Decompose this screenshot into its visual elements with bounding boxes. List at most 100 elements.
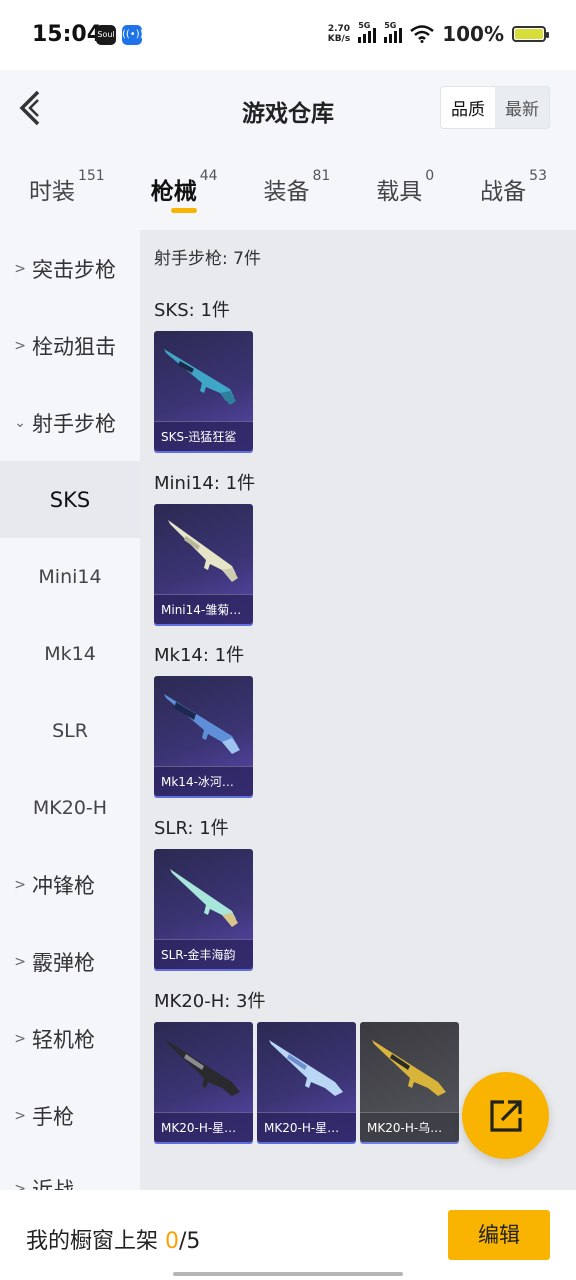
weapon-list: 射手步枪: 7件 SKS: 1件 SKS-迅猛狂鲨 Mini14: 1件 Min… <box>140 230 576 1190</box>
active-tab-indicator <box>171 208 198 213</box>
sidebar-item-smg[interactable]: > 冲锋枪 <box>0 846 140 923</box>
share-button[interactable] <box>462 1072 549 1159</box>
sidebar-item-assault-rifle[interactable]: > 突击步枪 <box>0 230 140 307</box>
net-speed-unit: KB/s <box>327 34 351 44</box>
status-bar: 15:04 Soul ((•)) 2.70 KB/s 5G 5G 100% <box>0 0 576 70</box>
signal-icon: 5G <box>384 21 403 43</box>
showcase-count: 我的橱窗上架 0/5 <box>26 1223 200 1255</box>
section-title: 射手步枪: 7件 <box>154 249 261 269</box>
rifle-image-icon <box>164 694 240 754</box>
weapon-card[interactable]: MK20-H-星… <box>257 1022 356 1142</box>
sort-quality-button[interactable]: 品质 <box>441 87 495 128</box>
tab-count: 0 <box>425 168 435 184</box>
sidebar-item-label: 轻机枪 <box>32 1027 95 1052</box>
chevron-right-icon: > <box>14 260 26 277</box>
network-speed: 2.70 KB/s <box>328 24 350 44</box>
tab-equipment[interactable]: 装备81 <box>263 150 330 230</box>
showcase-current: 0 <box>165 1229 179 1254</box>
chevron-right-icon: > <box>14 876 26 893</box>
net-speed-value: 2.70 <box>327 24 351 34</box>
sidebar-item-label: 突击步枪 <box>32 257 116 282</box>
sidebar-item-bolt-sniper[interactable]: > 栓动狙击 <box>0 307 140 384</box>
weapon-card[interactable]: SKS-迅猛狂鲨 <box>154 331 253 451</box>
rifle-image-icon <box>164 349 236 405</box>
group-title: SLR: 1件 <box>154 818 229 839</box>
sidebar-item-label: 射手步枪 <box>32 411 116 436</box>
rifle-image-icon <box>166 1040 240 1096</box>
edit-button[interactable]: 编辑 <box>448 1210 550 1260</box>
showcase-total: /5 <box>179 1229 201 1254</box>
tab-count: 81 <box>312 168 331 184</box>
showcase-label: 我的橱窗上架 <box>26 1229 165 1254</box>
group-title: Mk14: 1件 <box>154 645 245 666</box>
sidebar-item-lmg[interactable]: > 轻机枪 <box>0 1000 140 1077</box>
group-title: Mini14: 1件 <box>154 473 256 494</box>
sidebar-item-label: 霰弹枪 <box>32 950 95 975</box>
tab-count: 151 <box>77 168 105 184</box>
tab-label: 枪械 <box>150 179 197 205</box>
tab-supplies[interactable]: 战备53 <box>480 150 547 230</box>
header: 游戏仓库 品质 最新 <box>0 70 576 150</box>
weapon-card[interactable]: SLR-金丰海韵 <box>154 849 253 969</box>
tab-label: 战备 <box>480 179 527 205</box>
sidebar-item-pistol[interactable]: > 手枪 <box>0 1077 140 1154</box>
battery-percent: 100% <box>442 22 504 46</box>
rifle-image-icon <box>269 1040 343 1096</box>
chevron-right-icon: > <box>14 1107 26 1124</box>
weapon-type-sidebar: > 突击步枪 > 栓动狙击 ⌄ 射手步枪 SKS Mini14 Mk14 SLR… <box>0 230 140 1190</box>
sidebar-sub-mk20h[interactable]: MK20-H <box>0 769 140 846</box>
sort-latest-button[interactable]: 最新 <box>495 87 549 128</box>
tab-count: 53 <box>529 168 547 184</box>
status-time: 15:04 <box>32 22 103 47</box>
signal-label: 5G <box>358 21 371 30</box>
weapon-name: Mini14-雏菊… <box>154 594 253 624</box>
sidebar-item-label: 冲锋枪 <box>32 873 95 898</box>
weapon-name: Mk14-冰河… <box>154 766 253 796</box>
chevron-right-icon: > <box>14 953 26 970</box>
tab-label: 时装 <box>28 179 75 205</box>
sidebar-sub-mk14[interactable]: Mk14 <box>0 615 140 692</box>
rifle-image-icon <box>168 520 238 582</box>
share-export-icon <box>490 1100 522 1132</box>
weapon-name: SKS-迅猛狂鲨 <box>154 421 253 451</box>
tab-skins[interactable]: 时装151 <box>29 150 105 230</box>
rifle-image-icon <box>372 1040 446 1096</box>
sidebar-sub-slr[interactable]: SLR <box>0 692 140 769</box>
signal-label: 5G <box>384 21 397 30</box>
tab-count: 44 <box>199 168 218 184</box>
wifi-icon <box>410 25 434 43</box>
sidebar-item-melee[interactable]: > 近战 <box>0 1150 140 1191</box>
tab-weapons[interactable]: 枪械44 <box>151 150 218 230</box>
battery-icon <box>512 26 549 42</box>
sidebar-sub-mini14[interactable]: Mini14 <box>0 538 140 615</box>
chevron-right-icon: > <box>14 1030 26 1047</box>
category-tabs: 时装151 枪械44 装备81 载具0 战备53 <box>0 150 576 230</box>
weapon-name: MK20-H-乌… <box>360 1112 459 1142</box>
group-title: MK20-H: 3件 <box>154 991 266 1012</box>
sidebar-item-label: 栓动狙击 <box>32 334 116 359</box>
soul-app-icon: Soul <box>96 25 116 45</box>
weapon-card[interactable]: MK20-H-星… <box>154 1022 253 1142</box>
weapon-card[interactable]: MK20-H-乌… <box>360 1022 459 1142</box>
chevron-right-icon: > <box>14 1180 26 1191</box>
home-indicator[interactable] <box>173 1272 403 1276</box>
group-title: SKS: 1件 <box>154 300 230 321</box>
weapon-name: SLR-金丰海韵 <box>154 939 253 969</box>
sort-toggle: 品质 最新 <box>440 86 550 129</box>
sidebar-sub-sks[interactable]: SKS <box>0 461 140 538</box>
weapon-card[interactable]: Mk14-冰河… <box>154 676 253 796</box>
weapon-name: MK20-H-星… <box>154 1112 253 1142</box>
sidebar-item-label: 近战 <box>32 1177 74 1191</box>
sidebar-item-shotgun[interactable]: > 霰弹枪 <box>0 923 140 1000</box>
sidebar-item-marksman-rifle[interactable]: ⌄ 射手步枪 <box>0 384 140 461</box>
tab-vehicles[interactable]: 载具0 <box>376 150 434 230</box>
tab-label: 载具 <box>376 179 423 205</box>
weapon-card[interactable]: Mini14-雏菊… <box>154 504 253 624</box>
rifle-image-icon <box>170 869 238 927</box>
tab-label: 装备 <box>263 179 310 205</box>
hotspot-icon: ((•)) <box>122 25 144 45</box>
sidebar-item-label: 手枪 <box>32 1104 74 1129</box>
chevron-down-icon: ⌄ <box>14 414 26 431</box>
chevron-right-icon: > <box>14 337 26 354</box>
signal-icon: 5G <box>358 21 377 43</box>
